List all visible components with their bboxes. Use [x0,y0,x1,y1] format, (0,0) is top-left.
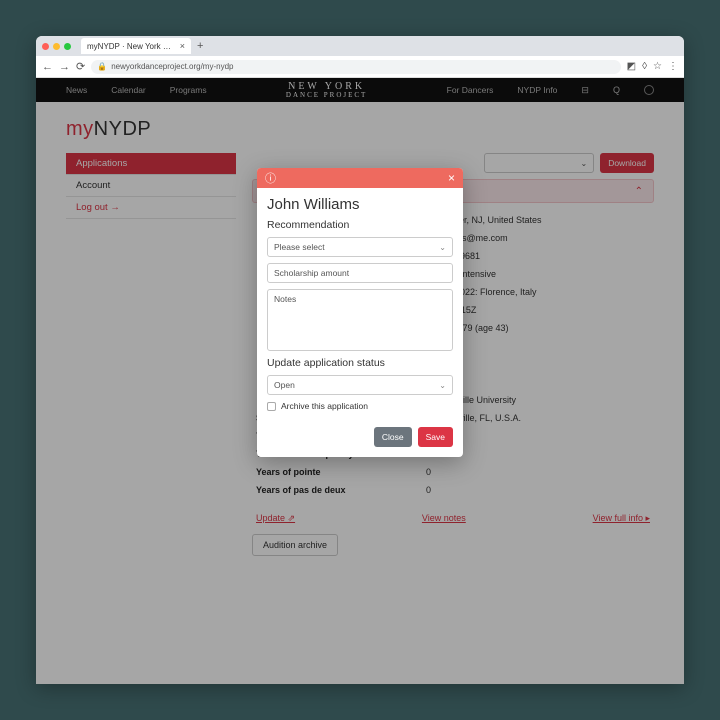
status-select[interactable]: Open ⌄ [267,375,453,395]
chevron-down-icon: ⌄ [439,381,446,390]
recommendation-heading: Recommendation [267,219,453,231]
input-placeholder: Scholarship amount [274,268,349,278]
modal-overlay[interactable]: ⓘ × John Williams Recommendation Please … [36,78,684,684]
window-controls[interactable] [42,43,71,50]
save-button[interactable]: Save [418,427,453,447]
status-value: Open [274,380,295,390]
close-window-icon[interactable] [42,43,49,50]
modal-footer: Close Save [257,427,463,457]
info-icon: ⓘ [265,170,276,186]
extension-icon[interactable]: ◩ [627,61,636,72]
modal-title: John Williams [267,196,453,213]
recommendation-select[interactable]: Please select ⌄ [267,237,453,257]
back-button[interactable]: ← [42,61,53,73]
lock-icon: 🔒 [97,62,107,71]
minimize-window-icon[interactable] [53,43,60,50]
modal-close-icon[interactable]: × [448,171,455,185]
scholarship-input[interactable]: Scholarship amount [267,263,453,283]
tab-title: myNYDP · New York Dance P… [87,42,174,51]
tab-close-icon[interactable]: × [180,41,185,51]
modal-header: ⓘ × [257,168,463,188]
forward-button[interactable]: → [59,61,70,73]
checkbox-icon [267,402,276,411]
browser-tab[interactable]: myNYDP · New York Dance P… × [81,38,191,54]
reload-button[interactable]: ⟳ [76,60,85,73]
extension-icon-2[interactable]: ◊ [642,61,647,72]
update-modal: ⓘ × John Williams Recommendation Please … [257,168,463,457]
notes-textarea[interactable]: Notes [267,289,453,351]
browser-actions: ◩ ◊ ☆ ⋮ [627,61,678,72]
browser-window: myNYDP · New York Dance P… × + ← → ⟳ 🔒 n… [36,36,684,684]
maximize-window-icon[interactable] [64,43,71,50]
address-bar[interactable]: 🔒 newyorkdanceproject.org/my-nydp [91,60,620,74]
status-heading: Update application status [267,357,453,369]
textarea-placeholder: Notes [274,294,296,304]
menu-icon[interactable]: ⋮ [668,61,678,72]
archive-checkbox[interactable]: Archive this application [267,401,453,411]
close-button[interactable]: Close [374,427,412,447]
url-text: newyorkdanceproject.org/my-nydp [111,62,233,71]
checkbox-label: Archive this application [281,401,368,411]
select-placeholder: Please select [274,242,325,252]
browser-nav-bar: ← → ⟳ 🔒 newyorkdanceproject.org/my-nydp … [36,56,684,78]
browser-tab-bar: myNYDP · New York Dance P… × + [36,36,684,56]
page-content: News Calendar Programs NEW YORK DANCE PR… [36,78,684,684]
star-icon[interactable]: ☆ [653,61,662,72]
chevron-down-icon: ⌄ [439,243,446,252]
new-tab-button[interactable]: + [197,40,203,52]
